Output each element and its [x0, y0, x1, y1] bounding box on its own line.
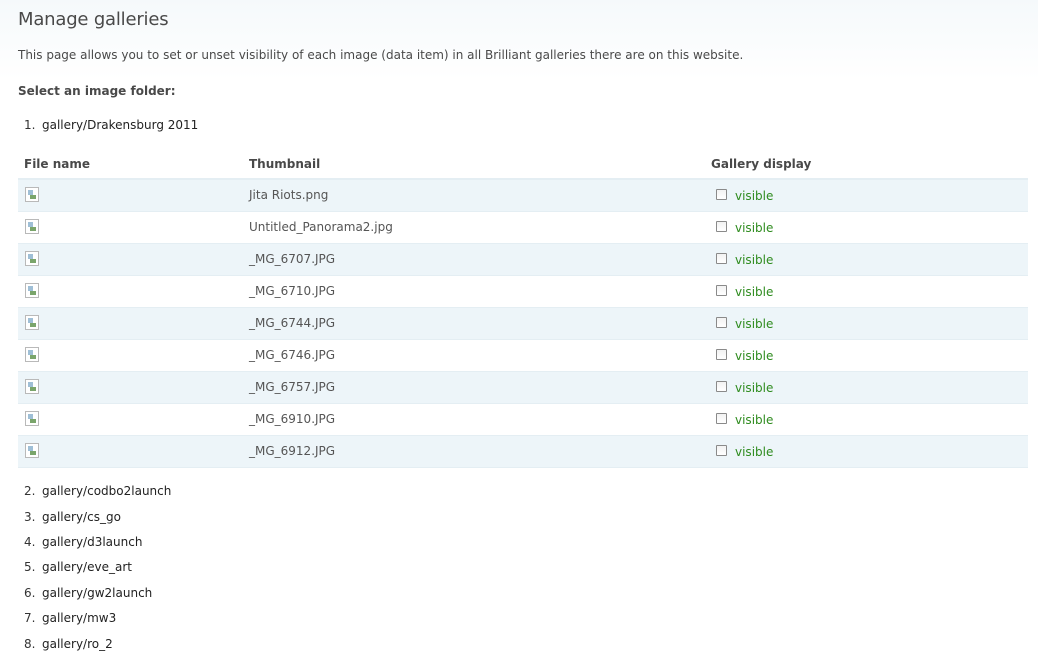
visible-label[interactable]: visible — [735, 253, 773, 267]
visible-label[interactable]: visible — [735, 349, 773, 363]
column-thumbnail: Thumbnail — [249, 157, 321, 171]
table-header: File name Thumbnail Gallery display — [18, 150, 1028, 180]
folder-item-2[interactable]: 2. gallery/codbo2launch — [24, 484, 171, 498]
folder-select-label: Select an image folder: — [18, 84, 176, 98]
table-row: _MG_6746.JPG visible — [18, 340, 1028, 372]
visible-checkbox[interactable] — [716, 445, 727, 456]
visible-label[interactable]: visible — [735, 285, 773, 299]
folder-link[interactable]: gallery/gw2launch — [42, 586, 152, 600]
folder-link[interactable]: gallery/cs_go — [42, 510, 121, 524]
folder-link[interactable]: gallery/mw3 — [42, 611, 116, 625]
folder-link[interactable]: gallery/codbo2launch — [42, 484, 171, 498]
file-name: _MG_6757.JPG — [249, 380, 336, 394]
page-description: This page allows you to set or unset vis… — [18, 48, 744, 62]
visible-checkbox[interactable] — [716, 253, 727, 264]
file-name: _MG_6744.JPG — [249, 316, 336, 330]
visible-checkbox[interactable] — [716, 189, 727, 200]
folder-item-5[interactable]: 5. gallery/eve_art — [24, 560, 132, 574]
visible-label[interactable]: visible — [735, 189, 773, 203]
column-gallery-display: Gallery display — [711, 157, 812, 171]
page-title: Manage galleries — [18, 9, 169, 30]
table-row: _MG_6744.JPG visible — [18, 308, 1028, 340]
broken-image-icon — [25, 251, 39, 266]
table-row: Untitled_Panorama2.jpg visible — [18, 212, 1028, 244]
folder-item-1[interactable]: 1. gallery/Drakensburg 2011 — [24, 118, 198, 132]
folder-number: 8. — [24, 637, 36, 651]
table-row: _MG_6707.JPG visible — [18, 244, 1028, 276]
folder-number: 4. — [24, 535, 36, 549]
visible-label[interactable]: visible — [735, 317, 773, 331]
visible-checkbox[interactable] — [716, 317, 727, 328]
table-row: _MG_6710.JPG visible — [18, 276, 1028, 308]
file-name: _MG_6707.JPG — [249, 252, 336, 266]
folder-item-6[interactable]: 6. gallery/gw2launch — [24, 586, 152, 600]
file-name: Untitled_Panorama2.jpg — [249, 220, 393, 234]
folder-link[interactable]: gallery/Drakensburg 2011 — [42, 118, 198, 132]
broken-image-icon — [25, 443, 39, 458]
visible-checkbox[interactable] — [716, 221, 727, 232]
folder-item-4[interactable]: 4. gallery/d3launch — [24, 535, 142, 549]
file-name: _MG_6710.JPG — [249, 284, 336, 298]
table-row: Jita Riots.png visible — [18, 180, 1028, 212]
visible-checkbox[interactable] — [716, 349, 727, 360]
folder-number: 6. — [24, 586, 36, 600]
folder-number: 3. — [24, 510, 36, 524]
visible-checkbox[interactable] — [716, 381, 727, 392]
folder-link[interactable]: gallery/ro_2 — [42, 637, 113, 651]
broken-image-icon — [25, 411, 39, 426]
file-name: _MG_6746.JPG — [249, 348, 336, 362]
visible-label[interactable]: visible — [735, 413, 773, 427]
broken-image-icon — [25, 347, 39, 362]
broken-image-icon — [25, 219, 39, 234]
file-name: Jita Riots.png — [249, 188, 329, 202]
table-row: _MG_6910.JPG visible — [18, 404, 1028, 436]
table-row: _MG_6912.JPG visible — [18, 436, 1028, 468]
file-name: _MG_6910.JPG — [249, 412, 336, 426]
folder-item-7[interactable]: 7. gallery/mw3 — [24, 611, 116, 625]
visible-checkbox[interactable] — [716, 285, 727, 296]
folder-item-8[interactable]: 8. gallery/ro_2 — [24, 637, 113, 651]
visible-label[interactable]: visible — [735, 221, 773, 235]
folder-link[interactable]: gallery/d3launch — [42, 535, 142, 549]
column-file-name: File name — [24, 157, 91, 171]
folder-number: 1. — [24, 118, 36, 132]
folder-number: 5. — [24, 560, 36, 574]
file-name: _MG_6912.JPG — [249, 444, 336, 458]
folder-number: 2. — [24, 484, 36, 498]
visible-checkbox[interactable] — [716, 413, 727, 424]
folder-item-3[interactable]: 3. gallery/cs_go — [24, 510, 121, 524]
folder-link[interactable]: gallery/eve_art — [42, 560, 132, 574]
broken-image-icon — [25, 187, 39, 202]
image-table: File name Thumbnail Gallery display Jita… — [18, 150, 1028, 468]
table-row: _MG_6757.JPG visible — [18, 372, 1028, 404]
broken-image-icon — [25, 315, 39, 330]
broken-image-icon — [25, 283, 39, 298]
broken-image-icon — [25, 379, 39, 394]
folder-number: 7. — [24, 611, 36, 625]
visible-label[interactable]: visible — [735, 381, 773, 395]
visible-label[interactable]: visible — [735, 445, 773, 459]
